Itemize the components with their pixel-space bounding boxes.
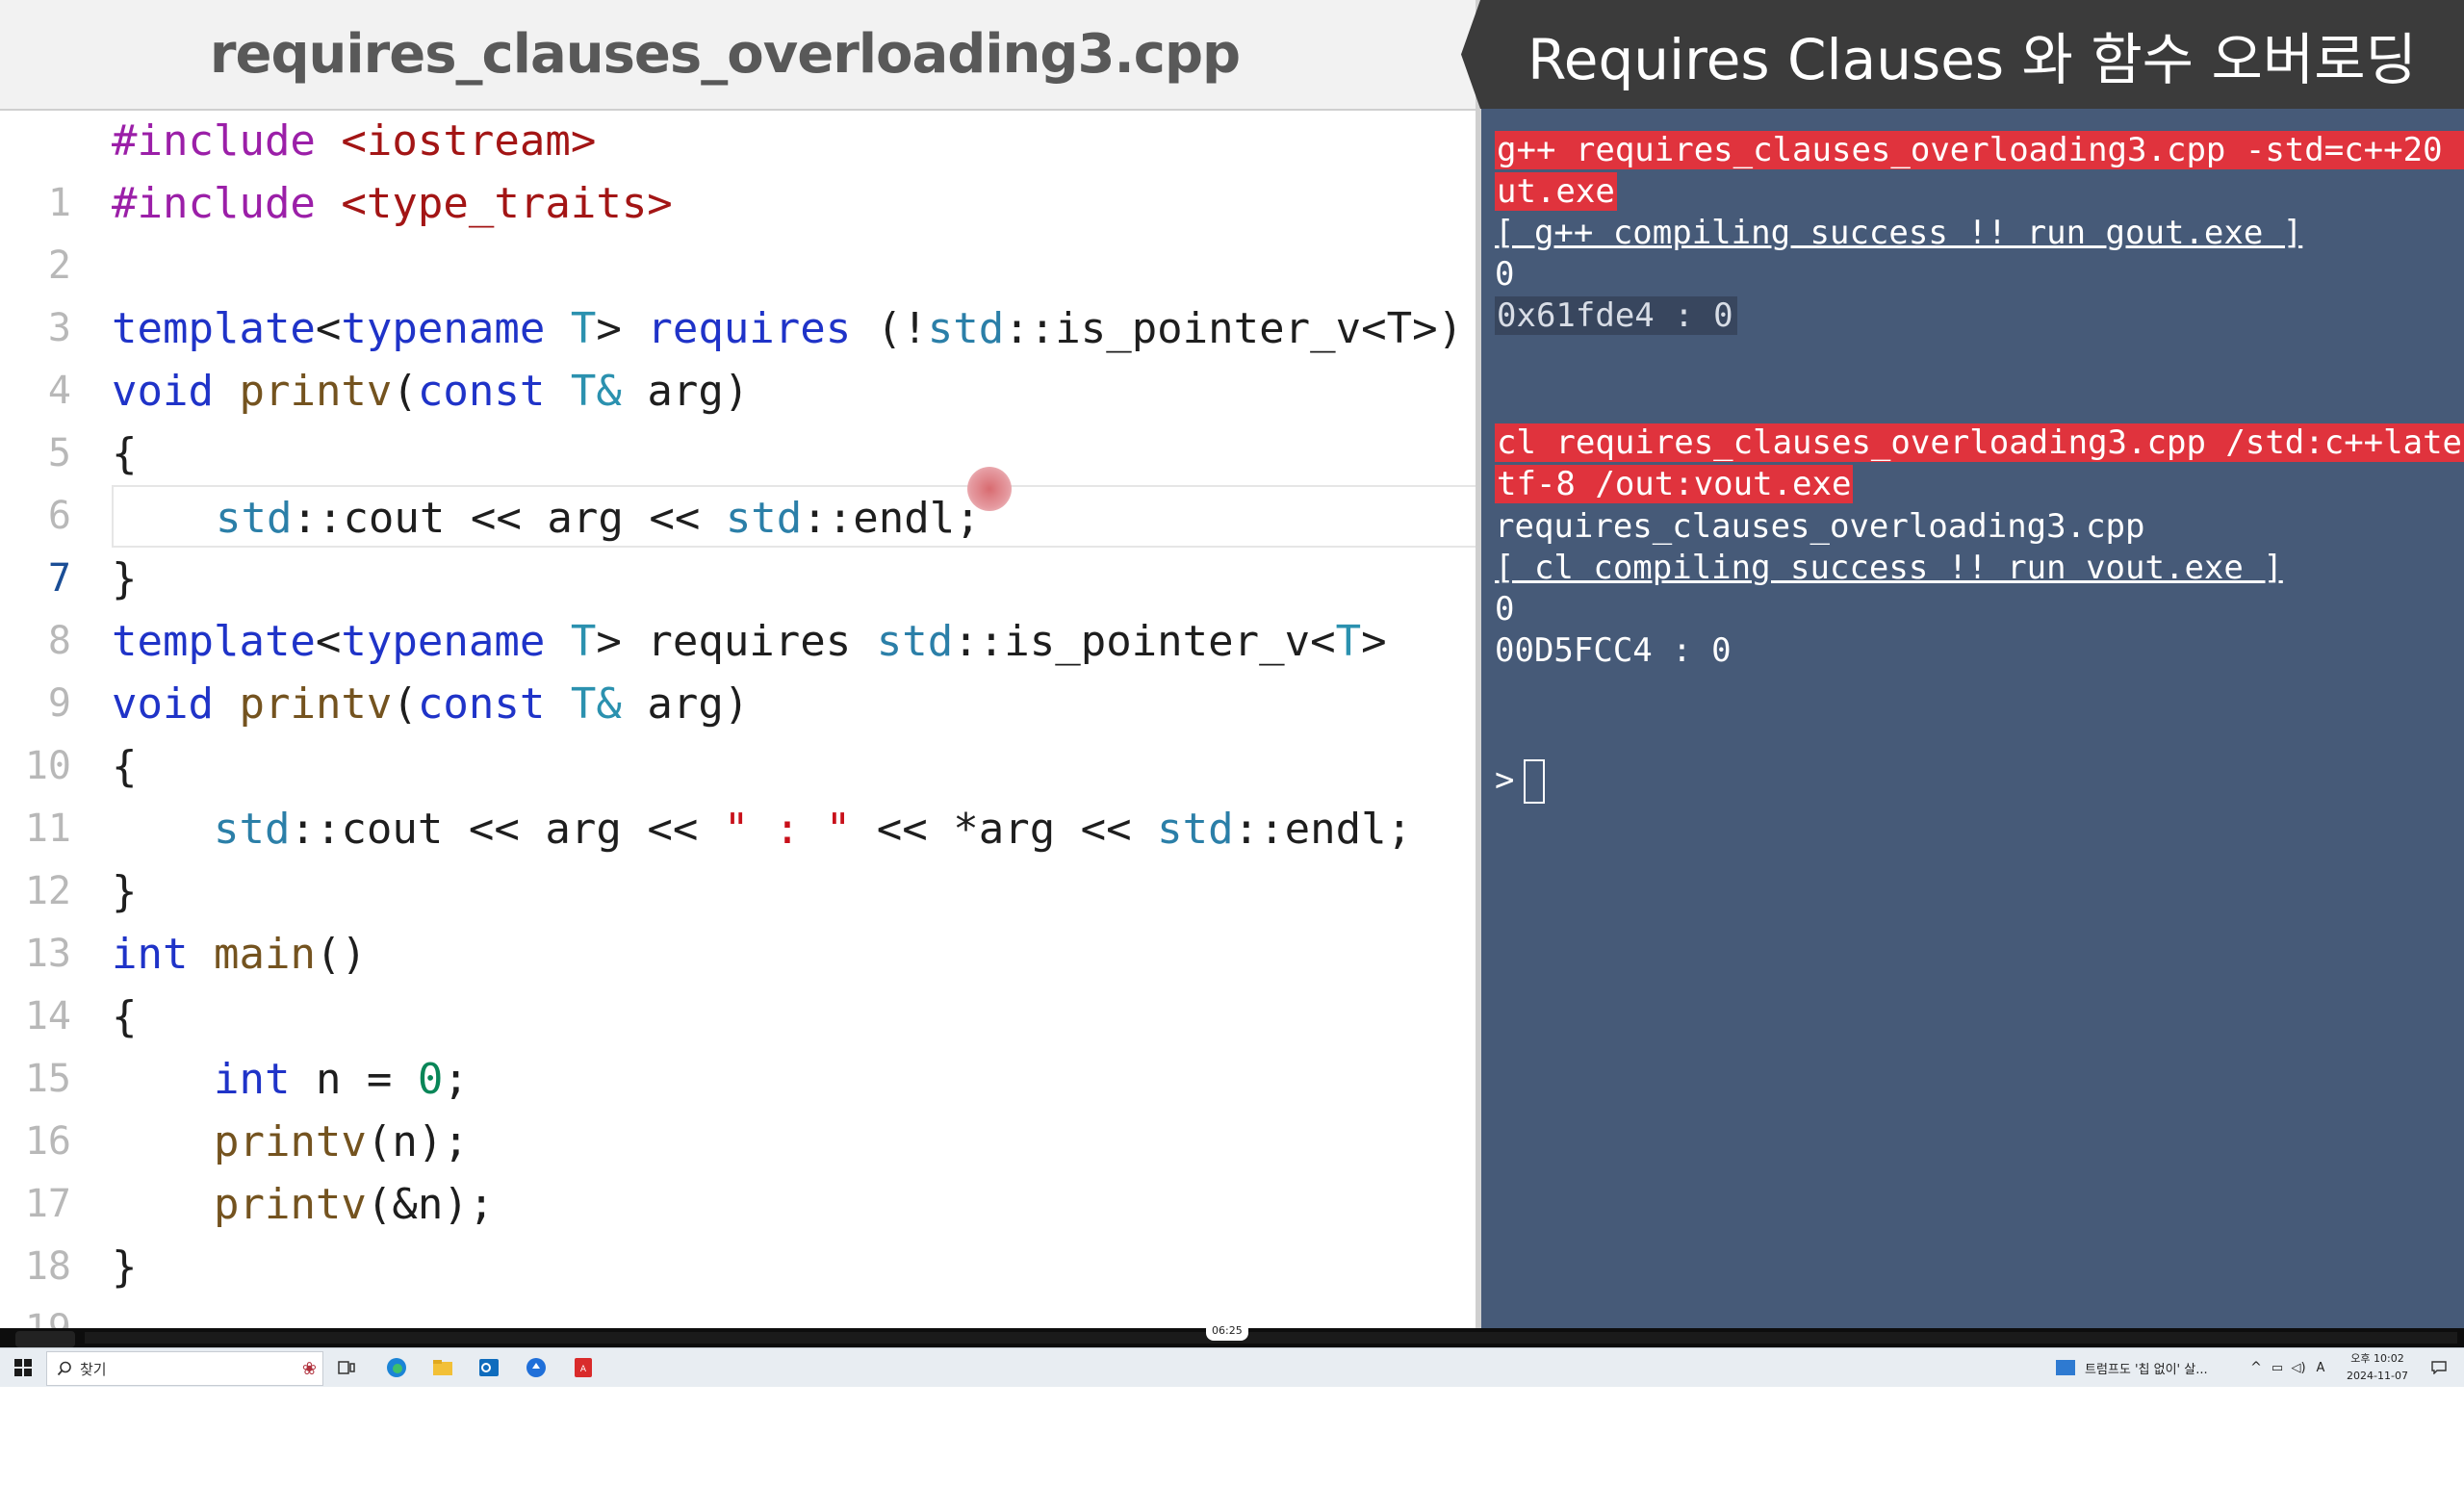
code-line[interactable]: 19 } bbox=[0, 1236, 1476, 1351]
outlook-icon[interactable] bbox=[475, 1348, 502, 1387]
code-line[interactable]: 6 { bbox=[0, 423, 1476, 538]
tray-chevron-up-icon[interactable]: ^ bbox=[2246, 1348, 2266, 1387]
code-line[interactable]: 14 int main() bbox=[0, 923, 1476, 1038]
system-clock[interactable]: 오후 10:02 2024-11-07 bbox=[2329, 1350, 2426, 1385]
code-line[interactable]: 9 template<typename T> requires std::is_… bbox=[0, 610, 1476, 726]
code-line[interactable]: 8 } bbox=[0, 548, 1476, 663]
terminal-prompt[interactable]: > bbox=[1495, 759, 1546, 804]
code-line-current[interactable]: 7 std::cout << arg << std::endl; bbox=[0, 485, 1476, 601]
search-highlight-icon: ❀ bbox=[301, 1358, 317, 1379]
code-line[interactable]: 5 void printv(const T& arg) bbox=[0, 360, 1476, 475]
code-line[interactable]: 13 } bbox=[0, 860, 1476, 976]
svg-text:A: A bbox=[580, 1365, 587, 1374]
search-placeholder: 찾기 bbox=[80, 1360, 107, 1378]
taskbar-search-input[interactable]: 찾기 ❀ bbox=[46, 1351, 323, 1386]
code-line[interactable]: 18 printv(&n); bbox=[0, 1173, 1476, 1289]
code-editor[interactable]: 1 #include <iostream> 2 #include <type_t… bbox=[0, 114, 1476, 1351]
code-line[interactable]: 16 int n = 0; bbox=[0, 1048, 1476, 1164]
notification-icon[interactable] bbox=[2426, 1348, 2452, 1387]
search-icon bbox=[57, 1361, 71, 1376]
file-explorer-icon[interactable] bbox=[429, 1348, 456, 1387]
code-line[interactable]: 3 bbox=[0, 235, 1476, 350]
terminal-title: Requires Clauses 와 함수 오버로딩 bbox=[1527, 26, 2417, 92]
cl-success-message: [ cl compiling success !! run vout.exe ] bbox=[1495, 549, 2283, 587]
taskbar: 찾기 ❀ A 트럼프도 '칩 없이' 살... ^ ▭ ◁) A 오후 10:0… bbox=[0, 1347, 2464, 1387]
code-line[interactable]: 17 printv(n); bbox=[0, 1111, 1476, 1226]
task-view-icon[interactable] bbox=[335, 1348, 358, 1387]
editor-header: requires_clauses_overloading3.cpp bbox=[0, 0, 1478, 111]
gpp-command-line-wrap: ut.exe bbox=[1495, 172, 1617, 211]
terminal-panel[interactable]: g++ requires_clauses_overloading3.cpp -s… bbox=[1481, 109, 2464, 1333]
terminal-header: Requires Clauses 와 함수 오버로딩 bbox=[1461, 0, 2464, 109]
code-line[interactable]: 1 #include <iostream> bbox=[0, 110, 1476, 225]
clock-date: 2024-11-07 bbox=[2347, 1370, 2408, 1382]
cl-echo-filename: requires_clauses_overloading3.cpp bbox=[1495, 507, 2145, 546]
gpp-output-line-selected: 0x61fde4 : 0 bbox=[1495, 296, 1737, 335]
news-app-icon bbox=[2056, 1360, 2075, 1375]
video-play-button[interactable] bbox=[15, 1331, 75, 1347]
video-timestamp: 06:25 bbox=[1206, 1321, 1248, 1341]
taskbar-app-label: 트럼프도 '칩 없이' 살... bbox=[2085, 1362, 2208, 1377]
volume-icon[interactable]: ◁) bbox=[2289, 1348, 2308, 1387]
ime-indicator[interactable]: A bbox=[2312, 1348, 2329, 1387]
text-cursor bbox=[1524, 759, 1546, 804]
video-progress-track[interactable] bbox=[85, 1332, 2457, 1344]
network-icon[interactable]: ▭ bbox=[2268, 1348, 2287, 1387]
clock-time: 오후 10:02 bbox=[2350, 1352, 2404, 1365]
gpp-success-message: [ g++ compiling success !! run gout.exe … bbox=[1495, 214, 2303, 252]
taskbar-app-button[interactable]: 트럼프도 '칩 없이' 살... bbox=[2056, 1348, 2268, 1387]
cl-command-line: cl requires_clauses_overloading3.cpp /st… bbox=[1495, 423, 2464, 462]
editor-filename: requires_clauses_overloading3.cpp bbox=[209, 23, 1241, 86]
pdf-reader-icon[interactable]: A bbox=[570, 1348, 597, 1387]
code-line[interactable]: 10 void printv(const T& arg) bbox=[0, 673, 1476, 788]
app-launcher-icon[interactable] bbox=[523, 1348, 550, 1387]
cl-output-line: 0 bbox=[1495, 590, 1515, 628]
edge-browser-icon[interactable] bbox=[383, 1348, 410, 1387]
code-line[interactable]: 15 { bbox=[0, 986, 1476, 1101]
start-button[interactable] bbox=[6, 1348, 40, 1387]
cl-output-line: 00D5FCC4 : 0 bbox=[1495, 631, 1732, 670]
code-line[interactable]: 2 #include <type_traits> bbox=[0, 172, 1476, 288]
gpp-command-line: g++ requires_clauses_overloading3.cpp -s… bbox=[1495, 131, 2464, 169]
mouse-pointer-indicator bbox=[967, 467, 1012, 511]
windows-logo-icon bbox=[14, 1359, 32, 1376]
code-line[interactable]: 12 std::cout << arg << " : " << *arg << … bbox=[0, 798, 1476, 913]
code-line[interactable]: 4 template<typename T> requires (!std::i… bbox=[0, 297, 1476, 413]
cl-command-line-wrap: tf-8 /out:vout.exe bbox=[1495, 465, 1854, 503]
gpp-output-line: 0 bbox=[1495, 255, 1515, 294]
code-line[interactable]: 11 { bbox=[0, 735, 1476, 851]
prompt-symbol: > bbox=[1495, 760, 1515, 800]
